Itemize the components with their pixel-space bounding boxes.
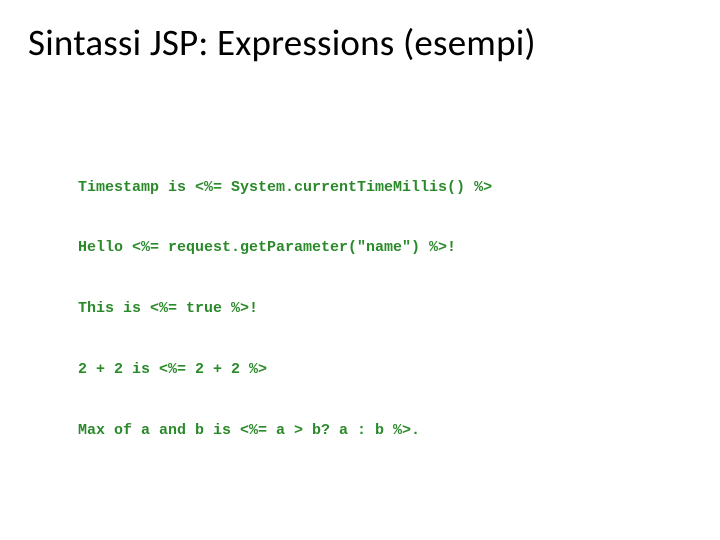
- code-line: 2 + 2 is <%= 2 + 2 %>: [78, 360, 692, 380]
- code-line: Max of a and b is <%= a > b? a : b %>.: [78, 421, 692, 441]
- code-line: This is <%= true %>!: [78, 299, 692, 319]
- code-example-block: Timestamp is <%= System.currentTimeMilli…: [78, 137, 692, 481]
- code-line: Hello <%= request.getParameter("name") %…: [78, 238, 692, 258]
- slide-title: Sintassi JSP: Expressions (esempi): [28, 20, 692, 65]
- slide-container: Sintassi JSP: Expressions (esempi) Times…: [0, 0, 720, 540]
- code-line: Timestamp is <%= System.currentTimeMilli…: [78, 178, 692, 198]
